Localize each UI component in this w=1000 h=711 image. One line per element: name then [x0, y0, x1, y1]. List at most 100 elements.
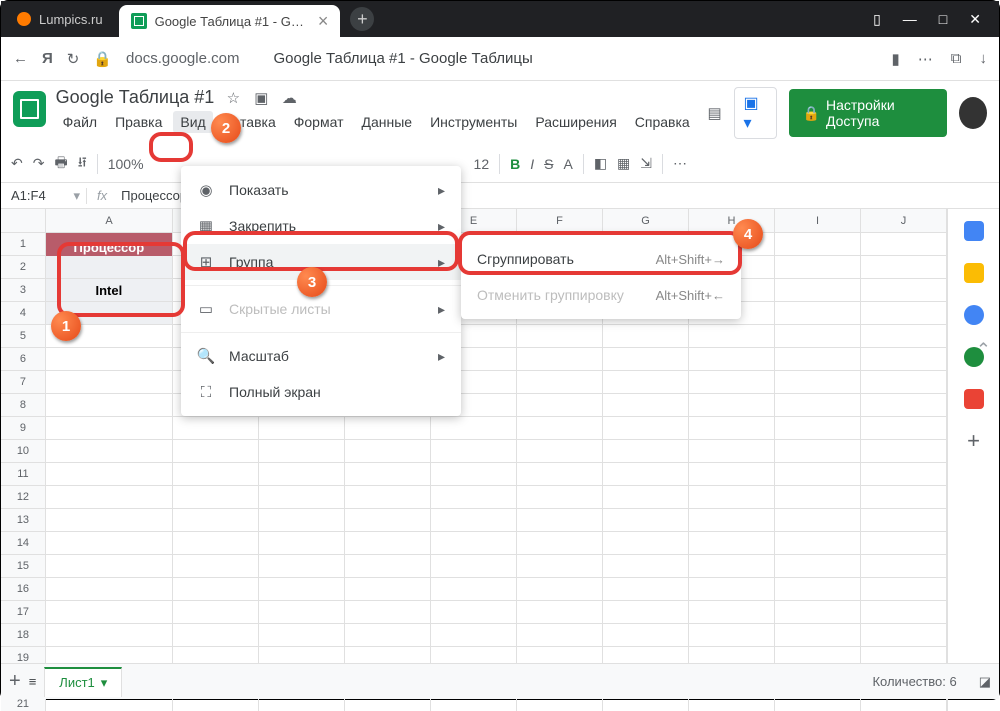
- menu-insert[interactable]: Вставка: [217, 111, 283, 133]
- browser-tab-active[interactable]: Google Таблица #1 - G… ×: [119, 5, 341, 37]
- avatar[interactable]: [959, 97, 987, 129]
- select-all-corner[interactable]: [1, 209, 46, 232]
- chevron-down-icon[interactable]: ▾: [101, 675, 108, 691]
- cell-a3[interactable]: Intel: [46, 279, 173, 301]
- extensions-icon[interactable]: ⧉: [951, 50, 962, 67]
- browser-tab-inactive[interactable]: Lumpics.ru: [1, 1, 119, 37]
- print-button[interactable]: 🖶: [54, 152, 67, 176]
- url-text[interactable]: docs.google.com: [126, 50, 239, 67]
- row-header[interactable]: 1: [1, 233, 46, 255]
- sheets-logo-icon[interactable]: [13, 91, 46, 127]
- menu-data[interactable]: Данные: [354, 111, 419, 133]
- name-box[interactable]: A1:F4 ▾: [1, 188, 87, 204]
- menu-format[interactable]: Формат: [287, 111, 351, 133]
- col-header[interactable]: I: [775, 209, 861, 232]
- borders-button[interactable]: ▦: [617, 155, 630, 172]
- cell-a2[interactable]: [46, 256, 173, 278]
- strike-button[interactable]: S: [544, 156, 553, 172]
- move-icon[interactable]: ▣: [252, 89, 270, 107]
- italic-button[interactable]: I: [530, 156, 534, 172]
- row-header[interactable]: 15: [1, 555, 46, 577]
- share-button[interactable]: 🔒 Настройки Доступа: [789, 89, 947, 137]
- more-icon[interactable]: ⋯: [918, 50, 933, 68]
- fill-color-button[interactable]: ◧: [594, 155, 607, 172]
- row-header[interactable]: 3: [1, 279, 46, 301]
- row-header[interactable]: 10: [1, 440, 46, 462]
- row-header[interactable]: 5: [1, 325, 46, 347]
- menu-view[interactable]: Вид: [173, 111, 212, 133]
- doc-title[interactable]: Google Таблица #1: [56, 87, 215, 108]
- row-header[interactable]: 14: [1, 532, 46, 554]
- row-header[interactable]: 9: [1, 417, 46, 439]
- close-window-icon[interactable]: ✕: [969, 11, 981, 28]
- close-tab-icon[interactable]: ×: [318, 11, 329, 32]
- menu-edit[interactable]: Правка: [108, 111, 169, 133]
- menu-help[interactable]: Справка: [628, 111, 697, 133]
- add-sheet-button[interactable]: +: [9, 670, 21, 693]
- col-header[interactable]: A: [46, 209, 173, 232]
- cloud-icon[interactable]: ☁: [280, 89, 298, 107]
- add-addon-icon[interactable]: +: [964, 431, 984, 451]
- row-header[interactable]: 8: [1, 394, 46, 416]
- maps-icon[interactable]: [964, 389, 984, 409]
- zoom-select[interactable]: 100%: [108, 156, 144, 172]
- row-header[interactable]: 12: [1, 486, 46, 508]
- bookmark-icon[interactable]: ▯: [873, 11, 881, 28]
- formula-input[interactable]: Процессор: [117, 188, 187, 203]
- row-header[interactable]: 11: [1, 463, 46, 485]
- download-icon[interactable]: ↓: [980, 50, 988, 67]
- text-color-button[interactable]: A: [563, 156, 572, 172]
- minimize-icon[interactable]: —: [903, 11, 917, 28]
- row-header[interactable]: 13: [1, 509, 46, 531]
- back-button[interactable]: ←: [13, 50, 28, 67]
- row-header[interactable]: 4: [1, 302, 46, 324]
- menu-item-freeze[interactable]: ▦Закрепить▸: [181, 208, 461, 244]
- row-header[interactable]: 17: [1, 601, 46, 623]
- yandex-icon[interactable]: Я: [42, 50, 53, 67]
- submenu-item-group[interactable]: СгруппироватьAlt+Shift+→: [461, 241, 741, 277]
- sheet-tab[interactable]: Лист1 ▾: [44, 667, 122, 697]
- contacts-icon[interactable]: [964, 347, 984, 367]
- bookmark-icon[interactable]: ▮: [892, 50, 900, 68]
- row-header[interactable]: 7: [1, 371, 46, 393]
- paint-format-button[interactable]: ⭿: [78, 152, 87, 176]
- row-header[interactable]: 6: [1, 348, 46, 370]
- redo-button[interactable]: ↷: [33, 155, 45, 172]
- zoom-icon: 🔍: [197, 347, 215, 365]
- new-tab-button[interactable]: +: [350, 7, 374, 31]
- tasks-icon[interactable]: [964, 305, 984, 325]
- star-icon[interactable]: ☆: [224, 89, 242, 107]
- row-header[interactable]: 18: [1, 624, 46, 646]
- menu-tools[interactable]: Инструменты: [423, 111, 524, 133]
- undo-button[interactable]: ↶: [11, 155, 23, 172]
- menu-item-zoom[interactable]: 🔍Масштаб▸: [181, 338, 461, 374]
- col-header[interactable]: H: [689, 209, 775, 232]
- menu-file[interactable]: Файл: [56, 111, 104, 133]
- cell-a4[interactable]: [46, 302, 173, 324]
- column-headers[interactable]: A B C D E F G H I J: [1, 209, 947, 233]
- maximize-icon[interactable]: □: [939, 11, 947, 28]
- more-toolbar-icon[interactable]: ⋯: [673, 155, 687, 172]
- present-button[interactable]: ▣ ▾: [734, 87, 776, 139]
- col-header[interactable]: G: [603, 209, 689, 232]
- menu-item-show[interactable]: ◉Показать▸: [181, 172, 461, 208]
- reload-button[interactable]: ↻: [67, 50, 80, 68]
- menu-item-group[interactable]: ⊞Группа▸: [181, 244, 461, 280]
- menu-bar: Файл Правка Вид Вставка Формат Данные Ин…: [56, 111, 697, 133]
- bold-button[interactable]: B: [510, 156, 520, 172]
- keep-icon[interactable]: [964, 263, 984, 283]
- row-header[interactable]: 2: [1, 256, 46, 278]
- menu-item-fullscreen[interactable]: ⛶Полный экран: [181, 374, 461, 410]
- calendar-icon[interactable]: [964, 221, 984, 241]
- menu-extensions[interactable]: Расширения: [528, 111, 623, 133]
- font-size[interactable]: 12: [474, 156, 490, 172]
- merge-button[interactable]: ⇲: [640, 155, 652, 172]
- col-header[interactable]: J: [861, 209, 947, 232]
- all-sheets-button[interactable]: ≡: [29, 674, 37, 689]
- share-label: Настройки Доступа: [826, 97, 933, 129]
- explore-button[interactable]: ◪: [979, 674, 991, 690]
- row-header[interactable]: 16: [1, 578, 46, 600]
- formula-bar-row: A1:F4 ▾ fx Процессор: [1, 183, 999, 209]
- col-header[interactable]: F: [517, 209, 603, 232]
- comments-icon[interactable]: ▤: [707, 104, 723, 122]
